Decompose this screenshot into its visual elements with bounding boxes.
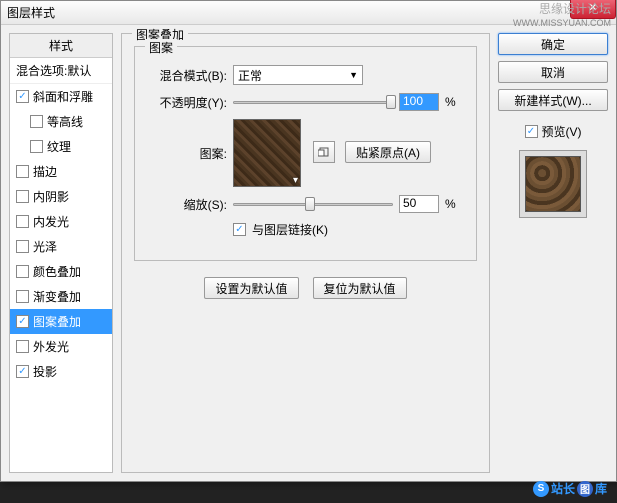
preview-row: 预览(V) [498, 123, 608, 140]
style-label: 斜面和浮雕 [33, 88, 93, 105]
opacity-slider[interactable] [233, 101, 393, 104]
style-label: 光泽 [33, 238, 57, 255]
preview-swatch [519, 150, 587, 218]
style-label: 渐变叠加 [33, 288, 81, 305]
style-checkbox[interactable] [16, 90, 29, 103]
blend-options-row[interactable]: 混合选项:默认 [10, 58, 112, 84]
style-checkbox[interactable] [16, 290, 29, 303]
style-label: 外发光 [33, 338, 69, 355]
new-style-button[interactable]: 新建样式(W)... [498, 89, 608, 111]
snap-to-origin-button[interactable]: 贴紧原点(A) [345, 141, 431, 163]
ok-button[interactable]: 确定 [498, 33, 608, 55]
dialog-body: 样式 混合选项:默认 斜面和浮雕等高线纹理描边内阴影内发光光泽颜色叠加渐变叠加图… [1, 25, 616, 481]
style-label: 图案叠加 [33, 313, 81, 330]
style-item[interactable]: 图案叠加 [10, 309, 112, 334]
blend-mode-label: 混合模式(B): [147, 67, 227, 84]
styles-header[interactable]: 样式 [10, 34, 112, 58]
create-pattern-button[interactable] [313, 141, 335, 163]
blend-mode-dropdown[interactable]: 正常 ▼ [233, 65, 363, 85]
style-item[interactable]: 内发光 [10, 209, 112, 234]
preview-texture [525, 156, 581, 212]
group-title: 图案 [145, 39, 177, 56]
wm-text2: 库 [595, 480, 607, 497]
blend-mode-value: 正常 [238, 67, 262, 84]
style-label: 等高线 [47, 113, 83, 130]
make-default-button[interactable]: 设置为默认值 [204, 277, 298, 299]
style-checkbox[interactable] [16, 240, 29, 253]
style-checkbox[interactable] [16, 265, 29, 278]
style-item[interactable]: 光泽 [10, 234, 112, 259]
preview-label: 预览(V) [542, 123, 582, 140]
scale-label: 缩放(S): [147, 196, 227, 213]
style-item[interactable]: 等高线 [10, 109, 112, 134]
style-item[interactable]: 内阴影 [10, 184, 112, 209]
watermark-bottom: S 站长 图 库 [533, 480, 607, 497]
defaults-row: 设置为默认值 复位为默认值 [134, 277, 477, 299]
pattern-label: 图案: [147, 119, 227, 162]
link-label: 与图层链接(K) [252, 221, 328, 238]
style-label: 纹理 [47, 138, 71, 155]
style-checkbox[interactable] [16, 215, 29, 228]
watermark-line1: 思缘设计论坛 [513, 2, 611, 18]
action-panel: 确定 取消 新建样式(W)... 预览(V) [498, 33, 608, 473]
style-item[interactable]: 投影 [10, 359, 112, 384]
chevron-down-icon: ▼ [349, 70, 358, 80]
pattern-picker[interactable] [233, 119, 301, 187]
style-checkbox[interactable] [30, 140, 43, 153]
style-label: 描边 [33, 163, 57, 180]
styles-panel: 样式 混合选项:默认 斜面和浮雕等高线纹理描边内阴影内发光光泽颜色叠加渐变叠加图… [9, 33, 113, 473]
layer-style-dialog: 图层样式 ✕ 样式 混合选项:默认 斜面和浮雕等高线纹理描边内阴影内发光光泽颜色… [0, 0, 617, 482]
scale-unit: % [445, 197, 456, 211]
styles-list: 样式 混合选项:默认 斜面和浮雕等高线纹理描边内阴影内发光光泽颜色叠加渐变叠加图… [9, 33, 113, 473]
opacity-row: 不透明度(Y): 100 % [147, 93, 464, 111]
style-checkbox[interactable] [16, 165, 29, 178]
scale-row: 缩放(S): 50 % [147, 195, 464, 213]
style-item[interactable]: 渐变叠加 [10, 284, 112, 309]
watermark-top: 思缘设计论坛 WWW.MISSYUAN.COM [513, 2, 611, 29]
scale-input[interactable]: 50 [399, 195, 439, 213]
style-item[interactable]: 外发光 [10, 334, 112, 359]
pattern-overlay-fieldset: 图案叠加 图案 混合模式(B): 正常 ▼ 不透明度(Y): [121, 33, 490, 473]
link-row: 与图层链接(K) [147, 221, 464, 238]
opacity-unit: % [445, 95, 456, 109]
logo-icon: S [533, 481, 549, 497]
opacity-input[interactable]: 100 [399, 93, 439, 111]
dialog-title: 图层样式 [7, 4, 55, 21]
style-item[interactable]: 描边 [10, 159, 112, 184]
watermark-line2: WWW.MISSYUAN.COM [513, 18, 611, 30]
style-checkbox[interactable] [16, 190, 29, 203]
style-checkbox[interactable] [30, 115, 43, 128]
style-checkbox[interactable] [16, 315, 29, 328]
new-pattern-icon [318, 146, 330, 158]
opacity-slider-thumb[interactable] [386, 95, 396, 109]
options-panel: 图案叠加 图案 混合模式(B): 正常 ▼ 不透明度(Y): [121, 33, 490, 473]
opacity-label: 不透明度(Y): [147, 94, 227, 111]
style-item[interactable]: 纹理 [10, 134, 112, 159]
reset-default-button[interactable]: 复位为默认值 [313, 277, 407, 299]
scale-slider-thumb[interactable] [305, 197, 315, 211]
cancel-button[interactable]: 取消 [498, 61, 608, 83]
style-label: 投影 [33, 363, 57, 380]
wm-text1: 站长 [551, 480, 575, 497]
pattern-row: 图案: 贴紧原点(A) [147, 119, 464, 187]
scale-slider[interactable] [233, 203, 393, 206]
link-with-layer-checkbox[interactable] [233, 223, 246, 236]
preview-checkbox[interactable] [525, 125, 538, 138]
style-label: 内发光 [33, 213, 69, 230]
style-item[interactable]: 斜面和浮雕 [10, 84, 112, 109]
style-label: 颜色叠加 [33, 263, 81, 280]
pattern-group: 图案 混合模式(B): 正常 ▼ 不透明度(Y): 100 [134, 46, 477, 261]
style-checkbox[interactable] [16, 340, 29, 353]
logo-icon-2: 图 [577, 481, 593, 497]
style-label: 内阴影 [33, 188, 69, 205]
blend-mode-row: 混合模式(B): 正常 ▼ [147, 65, 464, 85]
style-checkbox[interactable] [16, 365, 29, 378]
style-item[interactable]: 颜色叠加 [10, 259, 112, 284]
